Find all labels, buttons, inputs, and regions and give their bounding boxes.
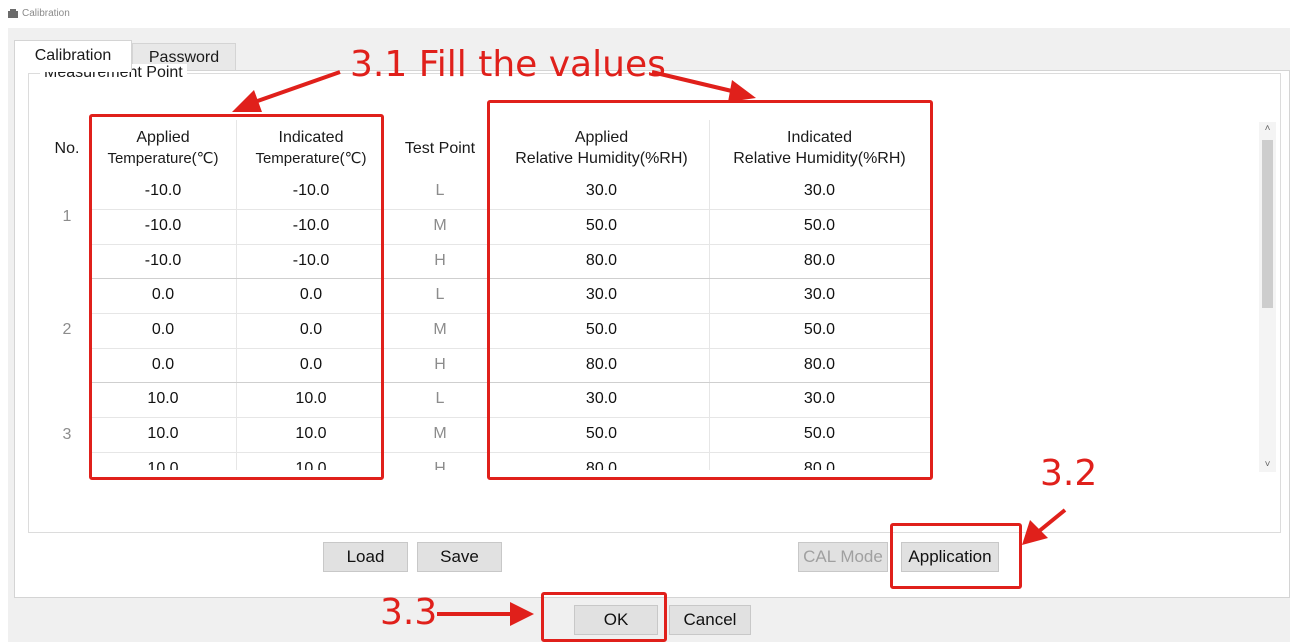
header-no: No. xyxy=(44,120,90,176)
indicated-rh-cell[interactable]: 50.0 xyxy=(709,417,930,451)
tab-calibration[interactable]: Calibration xyxy=(14,40,132,72)
cal-mode-button[interactable]: CAL Mode xyxy=(798,542,888,572)
scrollbar-thumb[interactable] xyxy=(1262,140,1273,308)
test-point-cell: H xyxy=(434,460,446,470)
test-point-cell: M xyxy=(433,425,447,442)
applied-temperature-cell[interactable]: 0.0 xyxy=(90,348,236,382)
indicated-rh-cell[interactable]: 80.0 xyxy=(709,348,930,382)
applied-rh-cell[interactable]: 30.0 xyxy=(494,278,709,312)
table-row[interactable]: 0.0 0.0 H 80.0 80.0 xyxy=(90,348,930,383)
applied-temperature-cell[interactable]: -10.0 xyxy=(90,174,236,208)
annotation-step-ok: 3.3 xyxy=(380,592,438,633)
header-indicated-temperature: Indicated Temperature(℃) xyxy=(236,120,386,176)
test-point-cell: L xyxy=(435,182,445,199)
load-button[interactable]: Load xyxy=(323,542,408,572)
applied-rh-cell[interactable]: 30.0 xyxy=(494,382,709,416)
applied-rh-cell[interactable]: 30.0 xyxy=(494,174,709,208)
table-scrollbar[interactable]: ˄ ˅ xyxy=(1259,122,1276,472)
test-point-cell: M xyxy=(433,217,447,234)
indicated-rh-cell[interactable]: 50.0 xyxy=(709,209,930,243)
test-point-cell: L xyxy=(435,286,445,303)
header-applied-rh-line1: Applied xyxy=(574,129,629,146)
table-row[interactable]: 0.0 0.0 M 50.0 50.0 xyxy=(90,313,930,348)
annotation-step-fill: 3.1 Fill the values xyxy=(350,44,666,85)
applied-temperature-cell[interactable]: 0.0 xyxy=(90,278,236,312)
applied-temperature-cell[interactable]: 10.0 xyxy=(90,417,236,451)
indicated-temperature-cell[interactable]: 10.0 xyxy=(236,417,386,451)
chevron-down-icon[interactable]: ˅ xyxy=(1259,458,1276,472)
applied-rh-cell[interactable]: 80.0 xyxy=(494,348,709,382)
header-applied-temperature: Applied Temperature(℃) xyxy=(90,120,236,176)
indicated-rh-cell[interactable]: 80.0 xyxy=(709,452,930,470)
indicated-rh-cell[interactable]: 30.0 xyxy=(709,278,930,312)
header-applied-rh: Applied Relative Humidity(%RH) xyxy=(494,120,709,176)
header-applied-temp-line1: Applied xyxy=(136,129,190,146)
applied-rh-cell[interactable]: 50.0 xyxy=(494,417,709,451)
header-indicated-rh-line1: Indicated xyxy=(787,129,852,146)
table-row[interactable]: -10.0 -10.0 M 50.0 50.0 xyxy=(90,209,930,244)
table-row[interactable]: 10.0 10.0 L 30.0 30.0 xyxy=(90,382,930,417)
applied-rh-cell[interactable]: 80.0 xyxy=(494,452,709,470)
applied-temperature-cell[interactable]: 10.0 xyxy=(90,382,236,416)
group-number: 1 xyxy=(62,208,72,225)
header-applied-rh-line2: Relative Humidity(%RH) xyxy=(515,150,688,167)
table-row[interactable]: 10.0 10.0 M 50.0 50.0 xyxy=(90,417,930,452)
indicated-temperature-cell[interactable]: 10.0 xyxy=(236,382,386,416)
indicated-rh-cell[interactable]: 30.0 xyxy=(709,382,930,416)
indicated-temperature-cell[interactable]: 0.0 xyxy=(236,348,386,382)
indicated-rh-cell[interactable]: 50.0 xyxy=(709,313,930,347)
applied-temperature-cell[interactable]: -10.0 xyxy=(90,209,236,243)
test-point-cell: H xyxy=(434,356,446,373)
indicated-rh-cell[interactable]: 80.0 xyxy=(709,244,930,278)
annotation-step-apply: 3.2 xyxy=(1040,453,1098,494)
header-test-point-label: Test Point xyxy=(404,139,476,157)
applied-temperature-cell[interactable]: 10.0 xyxy=(90,452,236,470)
indicated-temperature-cell[interactable]: 10.0 xyxy=(236,452,386,470)
indicated-temperature-cell[interactable]: -10.0 xyxy=(236,174,386,208)
header-applied-temp-line2: Temperature(℃) xyxy=(107,150,219,167)
test-point-cell: H xyxy=(434,252,446,269)
table-row[interactable]: 10.0 10.0 H 80.0 80.0 xyxy=(90,452,930,470)
header-indicated-temp-line2: Temperature(℃) xyxy=(255,150,367,167)
table-row[interactable]: 0.0 0.0 L 30.0 30.0 xyxy=(90,278,930,313)
indicated-temperature-cell[interactable]: 0.0 xyxy=(236,313,386,347)
header-indicated-rh: Indicated Relative Humidity(%RH) xyxy=(709,120,930,176)
application-button[interactable]: Application xyxy=(901,542,999,572)
cancel-button[interactable]: Cancel xyxy=(669,605,751,635)
applied-rh-cell[interactable]: 50.0 xyxy=(494,209,709,243)
indicated-temperature-cell[interactable]: -10.0 xyxy=(236,244,386,278)
calibration-app-icon xyxy=(8,9,18,18)
test-point-cell: M xyxy=(433,321,447,338)
group-number: 3 xyxy=(62,426,72,443)
header-indicated-temp-line1: Indicated xyxy=(278,129,344,146)
table-row[interactable]: -10.0 -10.0 L 30.0 30.0 xyxy=(90,174,930,209)
title-bar: Calibration xyxy=(0,0,1290,28)
applied-temperature-cell[interactable]: 0.0 xyxy=(90,313,236,347)
applied-temperature-cell[interactable]: -10.0 xyxy=(90,244,236,278)
header-test-point: Test Point xyxy=(386,120,494,176)
table-row[interactable]: -10.0 -10.0 H 80.0 80.0 xyxy=(90,244,930,279)
indicated-temperature-cell[interactable]: 0.0 xyxy=(236,278,386,312)
save-button[interactable]: Save xyxy=(417,542,502,572)
applied-rh-cell[interactable]: 80.0 xyxy=(494,244,709,278)
measurement-table: No. Applied Temperature(℃) Indicated Tem… xyxy=(44,120,1277,470)
chevron-up-icon[interactable]: ˄ xyxy=(1259,122,1276,136)
group-number: 2 xyxy=(62,321,72,338)
ok-button[interactable]: OK xyxy=(574,605,658,635)
indicated-rh-cell[interactable]: 30.0 xyxy=(709,174,930,208)
header-indicated-rh-line2: Relative Humidity(%RH) xyxy=(733,150,906,167)
test-point-cell: L xyxy=(435,390,445,407)
header-no-label: No. xyxy=(54,139,80,157)
window-title: Calibration xyxy=(22,8,70,19)
applied-rh-cell[interactable]: 50.0 xyxy=(494,313,709,347)
indicated-temperature-cell[interactable]: -10.0 xyxy=(236,209,386,243)
